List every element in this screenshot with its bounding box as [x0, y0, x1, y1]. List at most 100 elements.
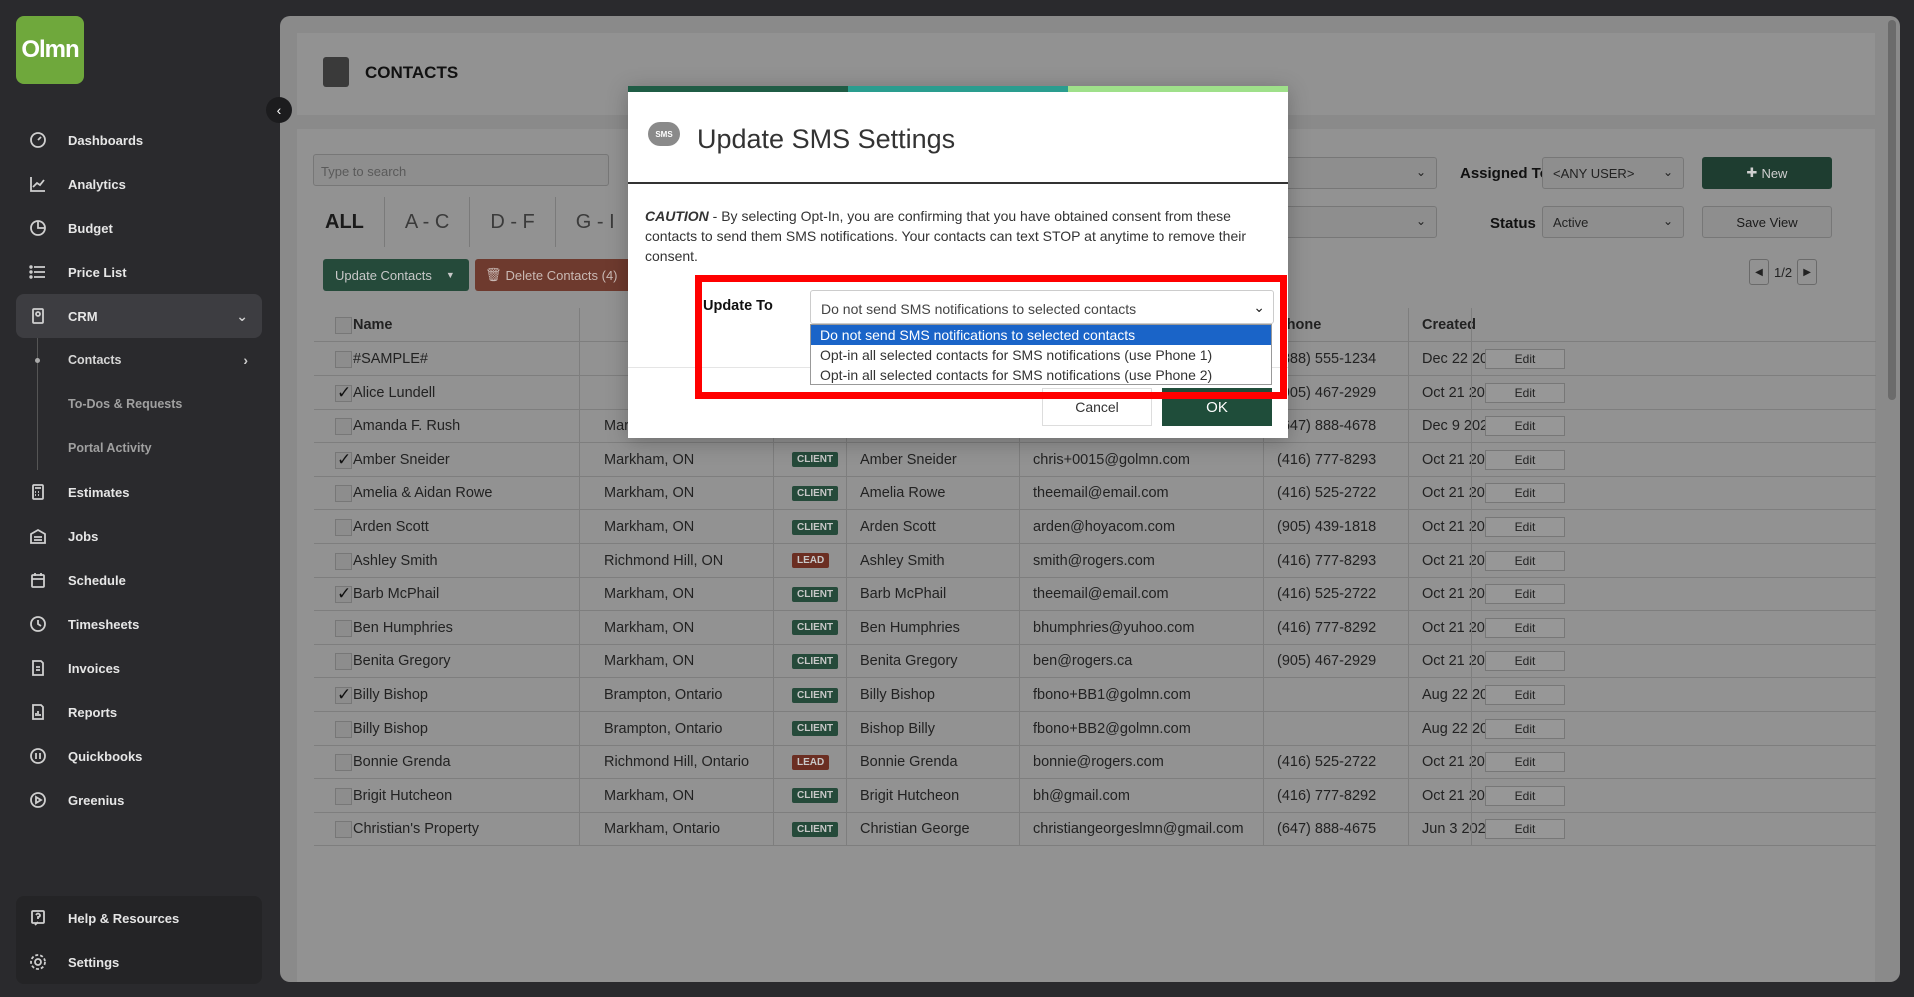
sidebar-item-greenius[interactable]: Greenius — [16, 778, 262, 822]
assigned-to-select[interactable]: <ANY USER> ⌄ — [1542, 157, 1684, 189]
cancel-button[interactable]: Cancel — [1042, 388, 1152, 426]
edit-button[interactable]: Edit — [1485, 584, 1565, 605]
table-row[interactable]: Arden Scott Markham, ON CLIENT Arden Scott a… — [314, 510, 1876, 544]
letter-filter-0[interactable]: ALL — [305, 197, 385, 247]
row-checkbox[interactable] — [335, 720, 352, 738]
table-row[interactable]: Barb McPhail Markham, ON CLIENT Barb McPhai… — [314, 577, 1876, 612]
new-button[interactable]: ✚ New — [1702, 157, 1832, 189]
row-checkbox[interactable] — [335, 685, 352, 705]
cell-email: arden@hoyacom.com — [1033, 519, 1176, 535]
table-row[interactable]: Brigit Hutcheon Markham, ON CLIENT Brigit H… — [314, 779, 1876, 813]
sidebar-item-dashboards[interactable]: Dashboards — [16, 118, 262, 162]
cell-phone: (905) 467-2929 — [1277, 653, 1377, 670]
row-checkbox[interactable] — [335, 619, 352, 637]
edit-button[interactable]: Edit — [1485, 349, 1565, 369]
ok-button[interactable]: OK — [1162, 388, 1272, 426]
row-checkbox[interactable] — [335, 519, 352, 536]
status-select[interactable]: Active ⌄ — [1542, 206, 1684, 238]
nav-menu: Dashboards Analytics Budget Price List CRM ⌄ C… — [16, 118, 262, 822]
table-row[interactable]: Ben Humphries Markham, ON CLIENT Ben Humphr… — [314, 611, 1876, 645]
sidebar-item-estimates[interactable]: Estimates — [16, 470, 262, 514]
delete-contacts-button[interactable]: 🗑 Delete Contacts (4) — [475, 259, 633, 291]
cell-city: Markham, ON — [604, 451, 695, 468]
table-row[interactable]: Amber Sneider Markham, ON CLIENT Amber Snei… — [314, 443, 1876, 477]
edit-button[interactable]: Edit — [1485, 483, 1565, 504]
cell-name: Alice Lundell — [353, 384, 436, 401]
sidebar-item-analytics[interactable]: Analytics — [16, 162, 262, 206]
edit-button[interactable]: Edit — [1485, 517, 1565, 537]
row-checkbox[interactable] — [335, 552, 352, 570]
cell-city: Richmond Hill, Ontario — [604, 754, 750, 771]
sidebar-subitem-to-dos-requests[interactable]: To-Dos & Requests — [16, 382, 262, 426]
pager: ◀ 1/2 ▶ — [1749, 259, 1818, 285]
sidebar-item-reports[interactable]: Reports — [16, 690, 262, 734]
sidebar-item-settings[interactable]: Settings — [16, 940, 262, 984]
cell-contact: Arden Scott — [860, 519, 936, 535]
table-row[interactable]: Amelia & Aidan Rowe Markham, ON CLIENT Amel… — [314, 476, 1876, 511]
col-header-created[interactable]: Created — [1422, 308, 1476, 342]
edit-button[interactable]: Edit — [1485, 752, 1565, 773]
sidebar-item-invoices[interactable]: Invoices — [16, 646, 262, 690]
letter-filter-1[interactable]: A - C — [385, 197, 471, 247]
dropdown-option[interactable]: Do not send SMS notifications to selecte… — [811, 325, 1271, 345]
sidebar-item-jobs[interactable]: Jobs — [16, 514, 262, 558]
table-row[interactable]: Billy Bishop Brampton, Ontario CLIENT Billy… — [314, 678, 1876, 712]
row-checkbox[interactable] — [335, 351, 352, 368]
row-checkbox[interactable] — [335, 754, 352, 772]
select-all-checkbox[interactable] — [335, 317, 352, 334]
edit-button[interactable]: Edit — [1485, 382, 1565, 403]
row-checkbox[interactable] — [335, 787, 352, 805]
edit-button[interactable]: Edit — [1485, 550, 1565, 571]
sidebar-item-budget[interactable]: Budget — [16, 206, 262, 250]
col-header-name[interactable]: Name — [353, 308, 393, 342]
row-checkbox[interactable] — [335, 485, 352, 503]
edit-button[interactable]: Edit — [1485, 416, 1565, 437]
sidebar-item-crm[interactable]: CRM ⌄ — [16, 294, 262, 338]
sidebar-item-price-list[interactable]: Price List — [16, 250, 262, 294]
sidebar-item-timesheets[interactable]: Timesheets — [16, 602, 262, 646]
table-row[interactable]: Bonnie Grenda Richmond Hill, Ontario LEAD B… — [314, 745, 1876, 780]
cell-contact: Barb McPhail — [860, 586, 947, 603]
sidebar-subitem-contacts[interactable]: Contacts › — [16, 338, 262, 382]
table-row[interactable]: Ashley Smith Richmond Hill, ON LEAD Ashley … — [314, 544, 1876, 578]
letter-filter-3[interactable]: G - I — [556, 197, 636, 247]
table-row[interactable]: Christian's Property Markham, Ontario CLIE… — [314, 812, 1876, 847]
dropdown-option[interactable]: Opt-in all selected contacts for SMS not… — [811, 365, 1271, 385]
help-icon — [28, 908, 48, 928]
table-row[interactable]: Billy Bishop Brampton, Ontario CLIENT Bisho… — [314, 712, 1876, 746]
status-badge: CLIENT — [792, 586, 839, 602]
row-checkbox[interactable] — [335, 418, 352, 436]
sidebar-item-schedule[interactable]: Schedule — [16, 558, 262, 602]
search-input[interactable]: Type to search — [313, 154, 609, 186]
sidebar-subitem-portal-activity[interactable]: Portal Activity — [16, 426, 262, 470]
row-checkbox[interactable] — [335, 653, 352, 671]
sidebar-item-help-resources[interactable]: Help & Resources — [16, 896, 262, 940]
edit-button[interactable]: Edit — [1485, 819, 1565, 840]
logo[interactable]: Olmn — [16, 16, 84, 84]
row-checkbox[interactable] — [335, 450, 352, 470]
save-view-button[interactable]: Save View — [1702, 206, 1832, 238]
next-page-button[interactable]: ▶ — [1797, 259, 1818, 285]
cell-type: CLIENT — [792, 712, 839, 746]
row-checkbox[interactable] — [335, 821, 352, 839]
prev-page-button[interactable]: ◀ — [1749, 259, 1769, 285]
row-checkbox[interactable] — [335, 584, 352, 604]
edit-button[interactable]: Edit — [1485, 785, 1565, 806]
table-row[interactable]: Benita Gregory Markham, ON CLIENT Benita Gr… — [314, 644, 1876, 679]
caret-down-icon: ▼ — [445, 270, 455, 280]
crm-icon — [28, 306, 48, 326]
row-checkbox[interactable] — [335, 383, 352, 403]
edit-button[interactable]: Edit — [1485, 449, 1565, 470]
update-contacts-button[interactable]: Update Contacts ▼ — [323, 259, 469, 291]
sidebar-item-label: Invoices — [68, 660, 121, 676]
letter-filter-2[interactable]: D - F — [470, 197, 556, 247]
sidebar-item-quickbooks[interactable]: Quickbooks — [16, 734, 262, 778]
edit-button[interactable]: Edit — [1485, 718, 1565, 739]
dropdown-option[interactable]: Opt-in all selected contacts for SMS not… — [811, 345, 1271, 365]
scrollbar[interactable] — [1888, 20, 1896, 400]
collapse-sidebar-button[interactable]: ‹ — [266, 97, 292, 123]
edit-button[interactable]: Edit — [1485, 685, 1565, 705]
edit-button[interactable]: Edit — [1485, 651, 1565, 672]
update-to-select[interactable]: Do not send SMS notifications to selecte… — [810, 290, 1274, 324]
edit-button[interactable]: Edit — [1485, 617, 1565, 638]
